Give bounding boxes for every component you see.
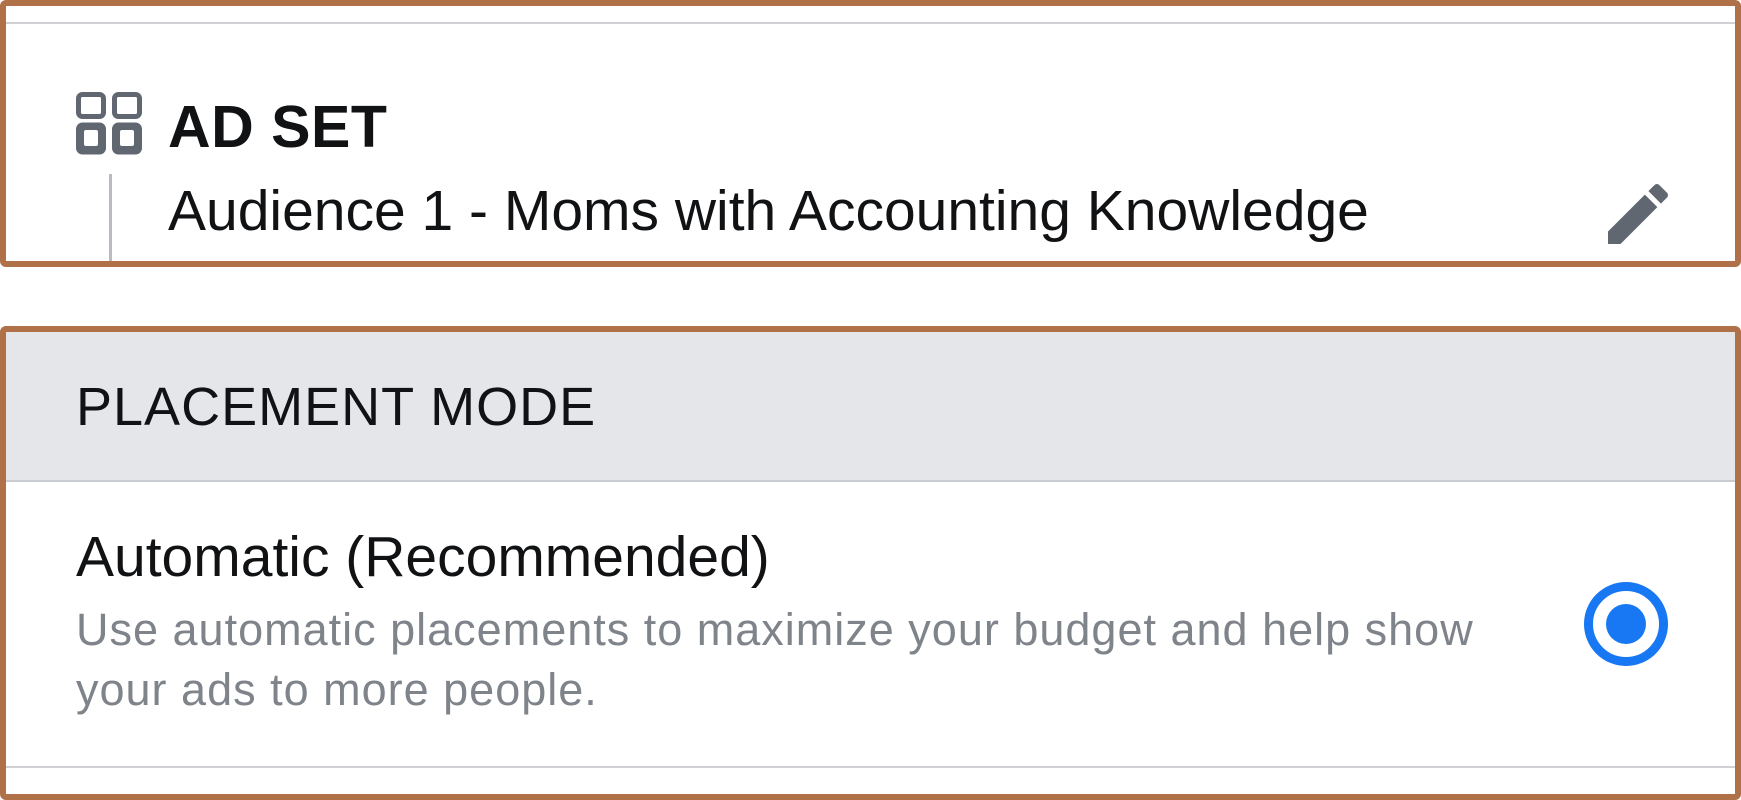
edit-ad-set-button[interactable] xyxy=(1598,174,1678,254)
radio-selected-dot xyxy=(1606,604,1646,644)
ad-set-panel: AD SET Audience 1 - Moms with Accounting… xyxy=(0,0,1741,267)
divider xyxy=(6,22,1735,24)
placement-option-automatic[interactable]: Automatic (Recommended) Use automatic pl… xyxy=(6,482,1735,766)
option-description: Use automatic placements to maximize you… xyxy=(76,604,1474,715)
option-title: Automatic (Recommended) xyxy=(76,525,770,589)
ad-set-label: AD SET xyxy=(168,94,388,160)
placement-mode-panel: PLACEMENT MODE Automatic (Recommended) U… xyxy=(0,326,1741,800)
section-header: PLACEMENT MODE xyxy=(6,332,1735,482)
ad-set-grid-icon xyxy=(76,92,142,156)
pencil-icon xyxy=(1608,183,1669,244)
automatic-radio-button[interactable] xyxy=(1584,582,1668,666)
divider xyxy=(6,766,1735,768)
ad-set-name: Audience 1 - Moms with Accounting Knowle… xyxy=(168,179,1369,243)
tree-connector-line xyxy=(109,174,112,261)
section-title: PLACEMENT MODE xyxy=(76,377,597,437)
